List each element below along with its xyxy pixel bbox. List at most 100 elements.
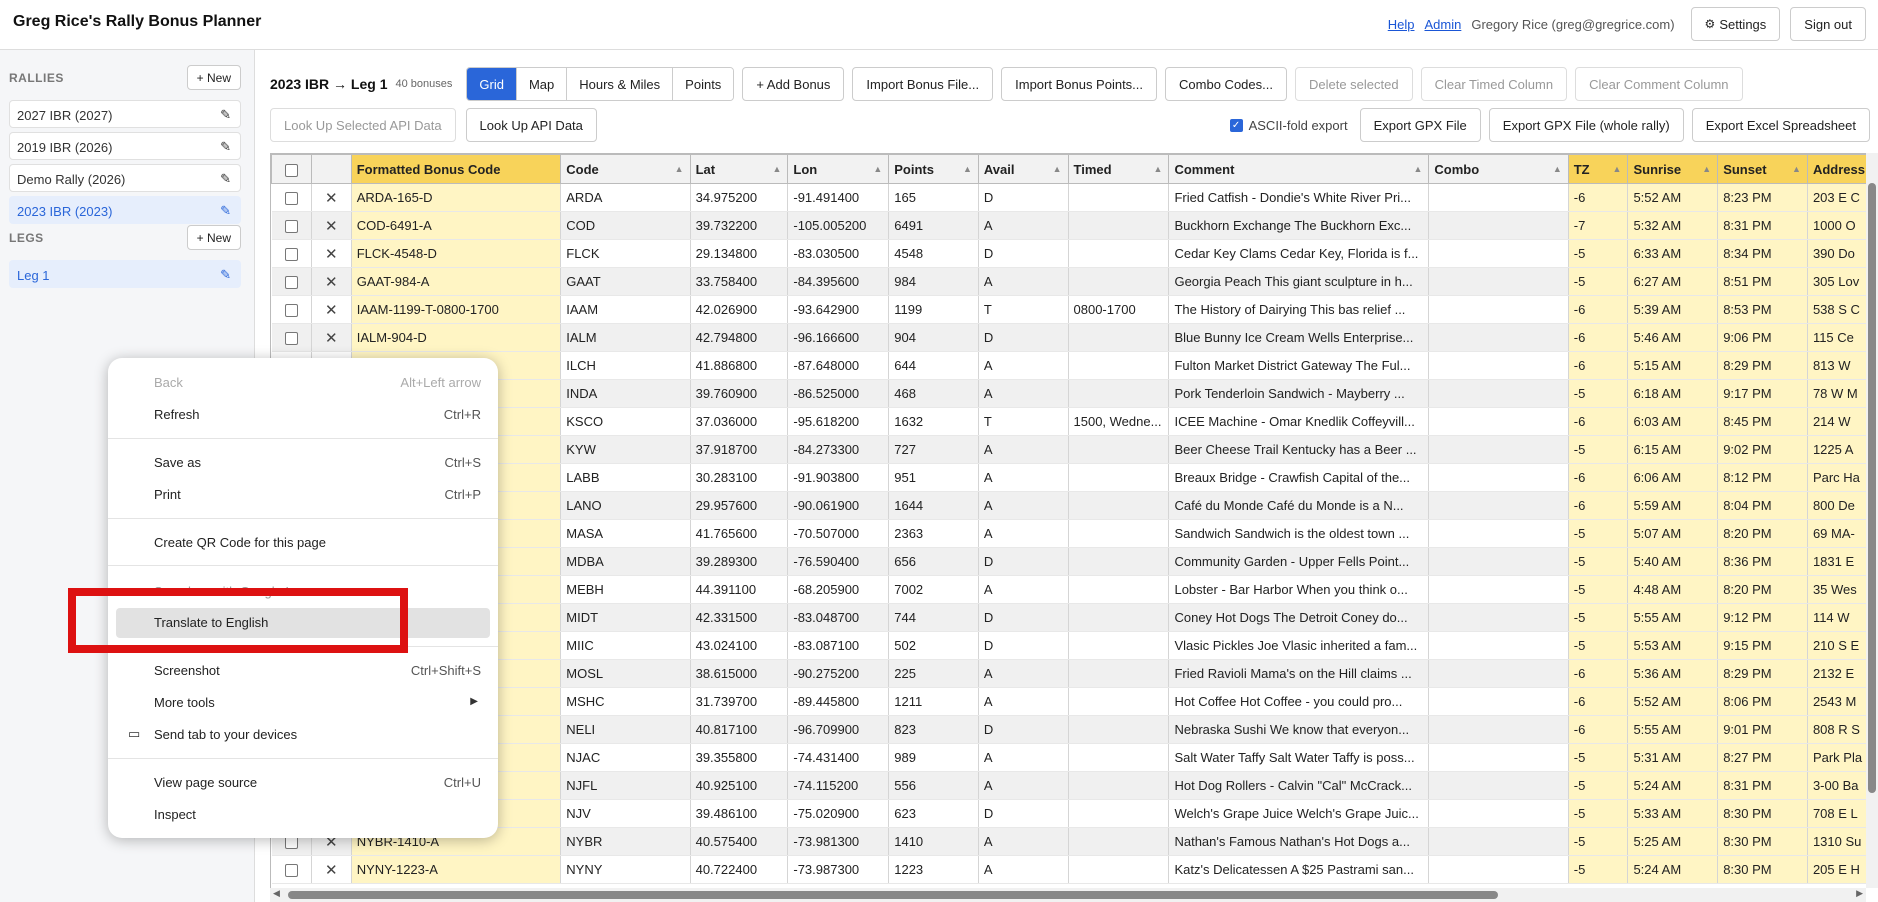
cell-sunset[interactable]: 8:31 PM [1717, 771, 1808, 800]
cell-lat[interactable]: 40.575400 [690, 827, 789, 856]
cell-avail[interactable]: T [978, 295, 1069, 324]
tab-map[interactable]: Map [516, 68, 568, 100]
horizontal-scrollbar[interactable]: ◀ ▶ [270, 888, 1866, 902]
cell-code[interactable]: NJFL [560, 771, 691, 800]
cell-timed[interactable] [1068, 799, 1170, 828]
cell-combo[interactable] [1428, 547, 1569, 576]
cell-lat[interactable]: 37.918700 [690, 435, 789, 464]
cell-lat[interactable]: 40.925100 [690, 771, 789, 800]
clear-timed-button[interactable]: Clear Timed Column [1420, 67, 1568, 101]
vertical-scrollbar[interactable] [1866, 153, 1878, 888]
cell-comment[interactable]: Breaux Bridge - Crawfish Capital of the.… [1168, 463, 1430, 492]
cell-sunrise[interactable]: 5:46 AM [1627, 323, 1719, 352]
cell-sunset[interactable]: 8:04 PM [1717, 491, 1808, 520]
cell-sunrise[interactable]: 6:03 AM [1627, 407, 1719, 436]
cell-tz[interactable]: -6 [1568, 351, 1629, 380]
sort-arrow-icon[interactable]: ▲ [1613, 164, 1622, 174]
cell-timed[interactable] [1068, 463, 1170, 492]
cell-avail[interactable]: D [978, 323, 1069, 352]
cell-timed[interactable] [1068, 743, 1170, 772]
cell-avail[interactable]: A [978, 855, 1069, 884]
cell-code[interactable]: MIIC [560, 631, 691, 660]
cell-comment[interactable]: Vlasic Pickles Joe Vlasic inherited a fa… [1168, 631, 1430, 660]
cell-avail[interactable]: D [978, 799, 1069, 828]
cell-tz[interactable]: -7 [1568, 211, 1629, 240]
close-icon[interactable]: ✕ [325, 246, 338, 263]
cell-timed[interactable] [1068, 267, 1170, 296]
cell-timed[interactable] [1068, 351, 1170, 380]
cell-lat[interactable]: 29.134800 [690, 239, 789, 268]
cell-avail[interactable]: A [978, 267, 1069, 296]
cell-tz[interactable]: -5 [1568, 827, 1629, 856]
cell-tz[interactable]: -5 [1568, 855, 1629, 884]
cell-lat[interactable]: 39.355800 [690, 743, 789, 772]
table-row[interactable]: ✕ COD-6491-A COD 39.732200 -105.005200 6491 A B… [271, 211, 1878, 240]
cell-formatted-code[interactable]: IALM-904-D [351, 323, 562, 352]
menu-item-translate[interactable]: Translate to English [108, 608, 498, 638]
cell-points[interactable]: 225 [888, 659, 979, 688]
cell-formatted-code[interactable]: NYNY-1223-A [351, 855, 562, 884]
cell-tz[interactable]: -6 [1568, 407, 1629, 436]
cell-lat[interactable]: 41.765600 [690, 519, 789, 548]
cell-points[interactable]: 2363 [888, 519, 979, 548]
cell-sunrise[interactable]: 6:33 AM [1627, 239, 1719, 268]
cell-sunset[interactable]: 8:34 PM [1717, 239, 1808, 268]
cell-comment[interactable]: Nebraska Sushi We know that everyon... [1168, 715, 1430, 744]
cell-tz[interactable]: -6 [1568, 295, 1629, 324]
cell-code[interactable]: INDA [560, 379, 691, 408]
cell-sunrise[interactable]: 5:24 AM [1627, 771, 1719, 800]
help-link[interactable]: Help [1388, 17, 1415, 32]
cell-points[interactable]: 1410 [888, 827, 979, 856]
cell-sunset[interactable]: 9:01 PM [1717, 715, 1808, 744]
cell-sunset[interactable]: 9:12 PM [1717, 603, 1808, 632]
cell-combo[interactable] [1428, 379, 1569, 408]
import-bonus-points-button[interactable]: Import Bonus Points... [1001, 67, 1158, 101]
close-icon[interactable]: ✕ [325, 274, 338, 291]
cell-points[interactable]: 951 [888, 463, 979, 492]
cell-sunrise[interactable]: 5:55 AM [1627, 715, 1719, 744]
cell-comment[interactable]: Blue Bunny Ice Cream Wells Enterprise... [1168, 323, 1430, 352]
tab-grid[interactable]: Grid [467, 68, 517, 100]
cell-sunrise[interactable]: 6:27 AM [1627, 267, 1719, 296]
table-row[interactable]: ✕NJFL40.925100-74.115200556AHot Dog Roll… [271, 771, 1878, 800]
cell-code[interactable]: MDBA [560, 547, 691, 576]
cell-lat[interactable]: 42.331500 [690, 603, 789, 632]
column-header-avail[interactable]: Avail ▲ [977, 154, 1069, 184]
cell-avail[interactable]: A [978, 519, 1069, 548]
new-leg-button[interactable]: + New [186, 225, 241, 250]
cell-timed[interactable] [1068, 855, 1170, 884]
cell-sunset[interactable]: 8:51 PM [1717, 267, 1808, 296]
table-row[interactable]: ✕KYW37.918700-84.273300727ABeer Cheese T… [271, 435, 1878, 464]
cell-lon[interactable]: -91.491400 [787, 183, 890, 212]
cell-sunrise[interactable]: 5:53 AM [1627, 631, 1719, 660]
cell-lon[interactable]: -105.005200 [787, 211, 890, 240]
cell-lat[interactable]: 31.739700 [690, 687, 789, 716]
cell-sunset[interactable]: 8:20 PM [1717, 519, 1808, 548]
tab-points[interactable]: Points [673, 68, 734, 100]
cell-points[interactable]: 1211 [888, 687, 979, 716]
column-header-timed[interactable]: Timed ▲ [1067, 154, 1170, 184]
lookup-selected-button[interactable]: Look Up Selected API Data [270, 108, 456, 142]
cell-lat[interactable]: 30.283100 [690, 463, 789, 492]
cell-code[interactable]: KSCO [560, 407, 691, 436]
cell-combo[interactable] [1428, 435, 1569, 464]
cell-sunrise[interactable]: 5:31 AM [1627, 743, 1719, 772]
sort-arrow-icon[interactable]: ▲ [675, 164, 684, 174]
cell-sunrise[interactable]: 5:36 AM [1627, 659, 1719, 688]
cell-comment[interactable]: Sandwich Sandwich is the oldest town ... [1168, 519, 1430, 548]
cell-sunset[interactable]: 8:29 PM [1717, 351, 1808, 380]
cell-code[interactable]: COD [560, 211, 691, 240]
menu-item-back[interactable]: Back Alt+Left arrow [108, 368, 498, 398]
cell-lon[interactable]: -83.087100 [787, 631, 890, 660]
cell-code[interactable]: NJV [560, 799, 691, 828]
cell-formatted-code[interactable]: IAAM-1199-T-0800-1700 [351, 295, 562, 324]
cell-formatted-code[interactable]: GAAT-984-A [351, 267, 562, 296]
cell-lon[interactable]: -74.115200 [787, 771, 890, 800]
menu-item-view-source[interactable]: View page source Ctrl+U [108, 768, 498, 798]
cell-comment[interactable]: Georgia Peach This giant sculpture in h.… [1168, 267, 1430, 296]
close-icon[interactable]: ✕ [325, 302, 338, 319]
cell-sunrise[interactable]: 6:06 AM [1627, 463, 1719, 492]
cell-lat[interactable]: 44.391100 [690, 575, 789, 604]
cell-code[interactable]: GAAT [560, 267, 691, 296]
cell-sunset[interactable]: 9:15 PM [1717, 631, 1808, 660]
